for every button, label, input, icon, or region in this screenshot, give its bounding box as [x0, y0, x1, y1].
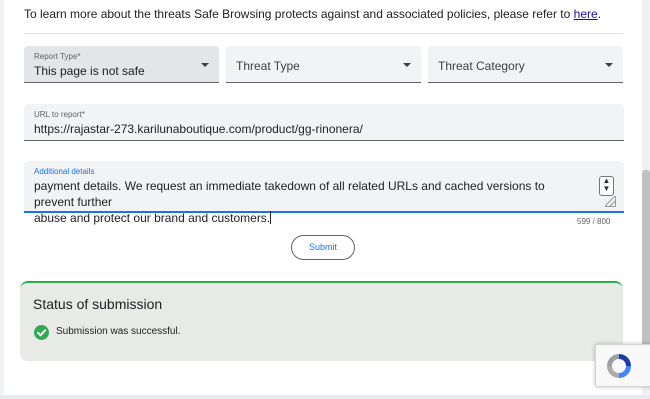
- url-field[interactable]: URL to report* https://rajastar-273.kari…: [24, 104, 624, 141]
- report-type-label: Report Type*: [34, 52, 81, 61]
- url-label: URL to report*: [34, 110, 85, 119]
- spinner-arrows-icon[interactable]: ▲ ▼: [599, 176, 614, 196]
- threat-category-select[interactable]: Threat Category: [428, 46, 623, 83]
- url-value: https://rajastar-273.karilunaboutique.co…: [34, 122, 363, 136]
- dropdown-caret-icon: [201, 63, 209, 67]
- report-type-select[interactable]: Report Type* This page is not safe: [24, 46, 219, 83]
- divider: [24, 33, 623, 34]
- status-card: Status of submission Submission was succ…: [20, 281, 623, 361]
- additional-details-label: Additional details: [34, 167, 95, 176]
- bottom-edge: [0, 395, 650, 399]
- dropdown-caret-icon: [605, 63, 613, 67]
- scrollbar[interactable]: [642, 0, 650, 399]
- here-link[interactable]: here: [574, 7, 598, 21]
- dropdown-caret-icon: [403, 63, 411, 67]
- intro-text: To learn more about the threats Safe Bro…: [24, 7, 602, 21]
- char-counter: 599 / 800: [577, 217, 611, 226]
- resize-handle-icon[interactable]: [605, 196, 616, 207]
- text-cursor: [270, 211, 272, 224]
- additional-details-textarea[interactable]: Additional details payment details. We r…: [24, 161, 624, 225]
- report-type-value: This page is not safe: [34, 64, 145, 78]
- threat-type-select[interactable]: Threat Type: [226, 46, 421, 83]
- status-title: Status of submission: [33, 296, 163, 312]
- threat-category-placeholder: Threat Category: [438, 59, 525, 73]
- additional-details-text: payment details. We request an immediate…: [34, 179, 545, 225]
- recaptcha-badge[interactable]: [595, 344, 650, 387]
- status-message: Submission was successful.: [56, 326, 181, 337]
- submit-button[interactable]: Submit: [291, 235, 355, 260]
- check-circle-icon: [34, 325, 49, 340]
- recaptcha-logo-icon: [607, 354, 631, 378]
- threat-type-placeholder: Threat Type: [236, 59, 300, 73]
